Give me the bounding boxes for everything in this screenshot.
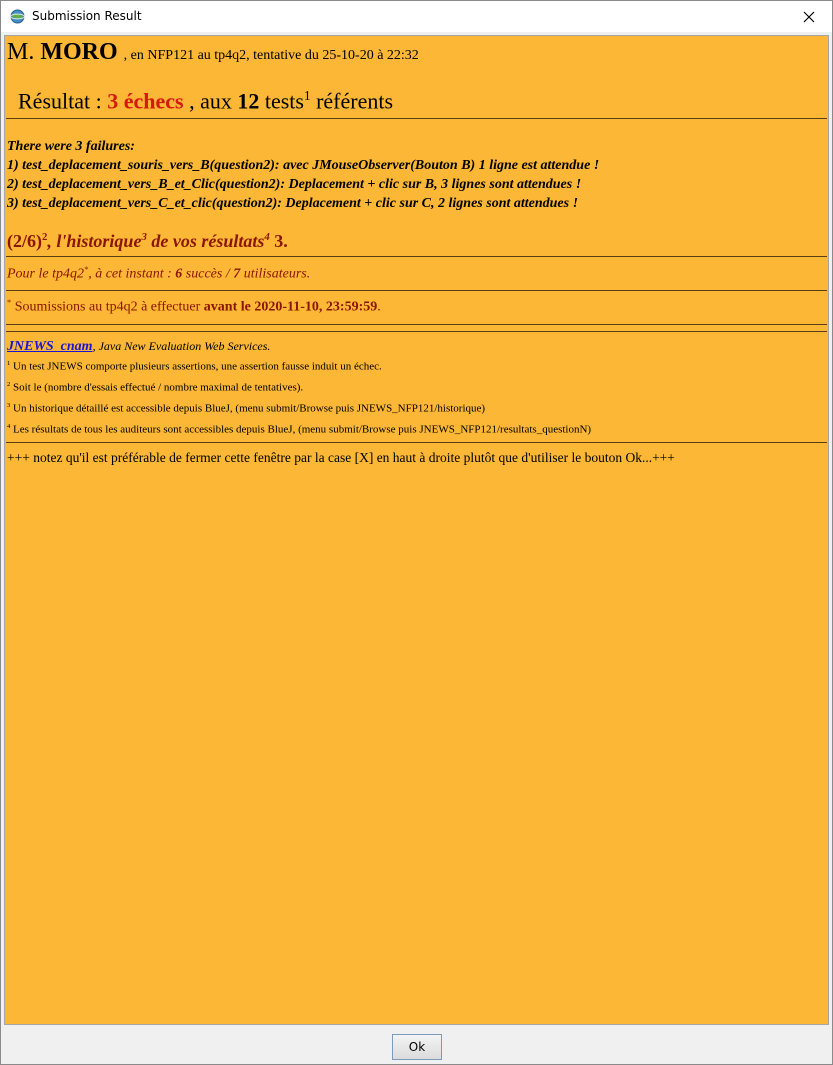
history-summary: (2/6)2, l'historique3 de vos résultats4 …: [7, 231, 288, 252]
failure-item: 2) test_deplacement_vers_B_et_Clic(quest…: [7, 177, 582, 192]
divider: [6, 331, 827, 332]
users-count: 7: [233, 266, 241, 282]
deadline-end: .: [377, 299, 381, 315]
jnews-link[interactable]: JNEWS_cnam: [7, 339, 93, 354]
users-label: utilisateurs.: [243, 266, 311, 282]
success-count: 6: [175, 266, 183, 282]
ok-button[interactable]: Ok: [392, 1034, 442, 1060]
footnote: 1 Un test JNEWS comporte plusieurs asser…: [7, 360, 382, 373]
jnews-description: , Java New Evaluation Web Services.: [92, 339, 271, 353]
result-end: référents: [316, 88, 394, 114]
close-hint: +++ notez qu'il est préférable de fermer…: [7, 450, 675, 465]
footnote-text: Un historique détaillé est accessible de…: [13, 402, 486, 415]
footnote: 4 Les résultats de tous les auditeurs so…: [7, 423, 591, 436]
name-prefix: M.: [7, 39, 35, 65]
footnote-1-ref: 1: [303, 88, 311, 103]
tests-count: 12: [237, 88, 260, 114]
divider: [6, 442, 827, 443]
student-name: MORO: [40, 39, 118, 65]
submission-result-window: Submission Result M. MORO , en NFP121 au…: [0, 0, 833, 1065]
student-header: M. MORO , en NFP121 au tp4q2, tentative …: [7, 39, 419, 66]
failures-heading: There were 3 failures:: [7, 139, 135, 154]
close-button[interactable]: [786, 1, 832, 32]
stats-line: Pour le tp4q2*, à cet instant : 6 succès…: [7, 265, 310, 283]
results-label: de vos résultats: [146, 231, 265, 251]
stats-prefix: Pour le tp4q2: [7, 266, 84, 282]
app-globe-icon: [10, 9, 25, 24]
divider: [6, 324, 827, 325]
divider: [6, 290, 827, 291]
submission-context: , en NFP121 au tp4q2, tentative du 25-10…: [123, 48, 419, 63]
attempt-ratio: (2/6): [7, 231, 42, 251]
footnote: 3 Un historique détaillé est accessible …: [7, 402, 485, 415]
footnote-number: 2: [7, 381, 11, 388]
footnote-text: Les résultats de tous les auditeurs sont…: [13, 423, 592, 436]
result-mid: , aux: [189, 88, 232, 114]
close-icon: [803, 11, 815, 22]
history-label: , l'historique: [47, 231, 142, 251]
footnote-text: Soit le (nombre d'essais effectué / nomb…: [13, 381, 304, 394]
window-title: Submission Result: [32, 9, 142, 23]
failure-item: 1) test_deplacement_souris_vers_B(questi…: [7, 158, 600, 173]
result-panel: M. MORO , en NFP121 au tp4q2, tentative …: [4, 35, 829, 1025]
divider: [6, 256, 827, 257]
stats-mid: , à cet instant :: [88, 266, 172, 282]
footnote-number: 4: [7, 423, 11, 430]
footnote-text: Un test JNEWS comporte plusieurs asserti…: [13, 360, 382, 373]
success-label: succès /: [185, 266, 230, 282]
footnote-number: 3: [7, 402, 11, 409]
result-label: Résultat :: [18, 88, 102, 114]
failure-item: 3) test_deplacement_vers_C_et_clic(quest…: [7, 196, 579, 211]
footnote-number: 1: [7, 360, 11, 367]
footnote: 2 Soit le (nombre d'essais effectué / no…: [7, 381, 303, 394]
tests-word: tests: [264, 88, 304, 114]
deadline-text: Soumissions au tp4q2 à effectuer: [14, 299, 201, 315]
deadline-line: * Soumissions au tp4q2 à effectuer avant…: [7, 298, 381, 316]
history-value: 3.: [269, 231, 288, 251]
deadline-date: avant le 2020-11-10, 23:59:59: [203, 299, 378, 315]
deadline-star: *: [7, 298, 12, 307]
jnews-credit: JNEWS_cnam, Java New Evaluation Web Serv…: [7, 339, 270, 355]
failure-count: 3 échecs: [107, 88, 184, 114]
result-summary: Résultat : 3 échecs , aux 12 tests1 réfé…: [18, 88, 393, 114]
divider: [6, 118, 827, 119]
title-bar[interactable]: Submission Result: [1, 1, 832, 32]
